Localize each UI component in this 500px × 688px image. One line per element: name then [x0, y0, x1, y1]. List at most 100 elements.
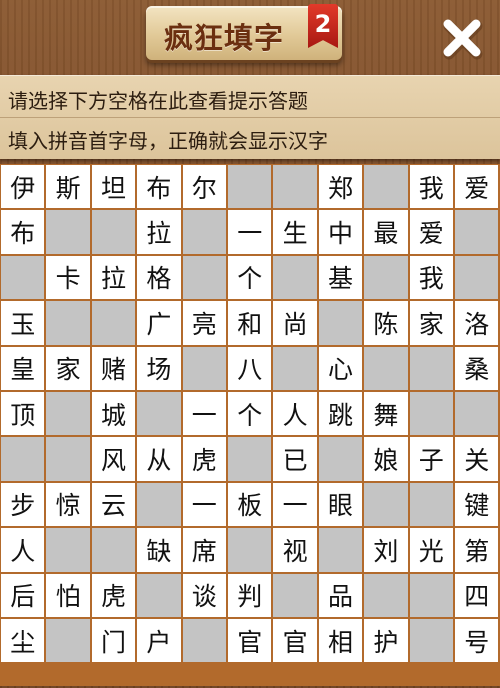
- grid-cell-letter[interactable]: 卡: [46, 255, 90, 300]
- grid-cell-letter[interactable]: 八: [228, 346, 272, 390]
- grid-cell-letter[interactable]: 心: [318, 346, 363, 390]
- grid-cell-letter[interactable]: 风: [91, 437, 136, 481]
- grid-cell-letter[interactable]: 我: [409, 255, 453, 300]
- grid-cell-empty[interactable]: [455, 255, 499, 300]
- grid-cell-letter[interactable]: 关: [455, 437, 499, 481]
- grid-cell-empty[interactable]: [91, 210, 136, 254]
- grid-cell-letter[interactable]: 娘: [364, 437, 408, 481]
- grid-cell-empty[interactable]: [1, 255, 45, 300]
- grid-cell-letter[interactable]: 号: [455, 619, 499, 663]
- grid-cell-letter[interactable]: 后: [1, 573, 45, 617]
- grid-cell-letter[interactable]: 一: [228, 210, 272, 254]
- grid-cell-empty[interactable]: [318, 301, 363, 345]
- grid-cell-letter[interactable]: 席: [182, 528, 226, 572]
- grid-cell-letter[interactable]: 广: [137, 301, 181, 345]
- grid-cell-letter[interactable]: 相: [318, 619, 363, 663]
- grid-cell-letter[interactable]: 人: [1, 528, 45, 572]
- grid-cell-letter[interactable]: 坦: [91, 165, 136, 209]
- grid-cell-letter[interactable]: 桑: [455, 346, 499, 390]
- grid-cell-letter[interactable]: 陈: [364, 301, 408, 345]
- grid-cell-letter[interactable]: 尔: [182, 165, 226, 209]
- grid-cell-letter[interactable]: 品: [318, 573, 363, 617]
- grid-cell-empty[interactable]: [318, 528, 363, 572]
- grid-cell-letter[interactable]: 刘: [364, 528, 408, 572]
- grid-cell-letter[interactable]: 从: [137, 437, 181, 481]
- grid-cell-letter[interactable]: 光: [409, 528, 453, 572]
- grid-cell-empty[interactable]: [182, 346, 226, 390]
- grid-cell-letter[interactable]: 郑: [318, 165, 363, 209]
- grid-cell-empty[interactable]: [91, 528, 136, 572]
- grid-cell-letter[interactable]: 门: [91, 619, 136, 663]
- grid-cell-letter[interactable]: 中: [318, 210, 363, 254]
- grid-cell-letter[interactable]: 爱: [409, 210, 453, 254]
- grid-cell-empty[interactable]: [46, 437, 90, 481]
- grid-cell-letter[interactable]: 护: [364, 619, 408, 663]
- grid-cell-letter[interactable]: 云: [91, 482, 136, 527]
- grid-cell-letter[interactable]: 缺: [137, 528, 181, 572]
- grid-cell-empty[interactable]: [273, 573, 317, 617]
- grid-cell-letter[interactable]: 格: [137, 255, 181, 300]
- grid-cell-empty[interactable]: [137, 392, 181, 436]
- grid-cell-letter[interactable]: 赌: [91, 346, 136, 390]
- grid-cell-letter[interactable]: 惊: [46, 482, 90, 527]
- grid-cell-letter[interactable]: 皇: [1, 346, 45, 390]
- grid-cell-letter[interactable]: 子: [409, 437, 453, 481]
- grid-cell-empty[interactable]: [455, 392, 499, 436]
- grid-cell-empty[interactable]: [409, 619, 453, 663]
- grid-cell-letter[interactable]: 谈: [182, 573, 226, 617]
- grid-cell-empty[interactable]: [46, 210, 90, 254]
- grid-cell-empty[interactable]: [273, 165, 317, 209]
- grid-cell-empty[interactable]: [409, 482, 453, 527]
- grid-cell-empty[interactable]: [182, 619, 226, 663]
- grid-cell-letter[interactable]: 判: [228, 573, 272, 617]
- grid-cell-letter[interactable]: 拉: [91, 255, 136, 300]
- grid-cell-letter[interactable]: 视: [273, 528, 317, 572]
- grid-cell-empty[interactable]: [409, 573, 453, 617]
- grid-cell-letter[interactable]: 尚: [273, 301, 317, 345]
- grid-cell-empty[interactable]: [228, 437, 272, 481]
- grid-cell-letter[interactable]: 已: [273, 437, 317, 481]
- grid-cell-empty[interactable]: [46, 301, 90, 345]
- grid-cell-letter[interactable]: 顶: [1, 392, 45, 436]
- grid-cell-letter[interactable]: 虎: [182, 437, 226, 481]
- grid-cell-empty[interactable]: [364, 482, 408, 527]
- grid-cell-empty[interactable]: [137, 482, 181, 527]
- grid-cell-letter[interactable]: 人: [273, 392, 317, 436]
- grid-cell-letter[interactable]: 斯: [46, 165, 90, 209]
- grid-cell-empty[interactable]: [318, 437, 363, 481]
- grid-cell-empty[interactable]: [1, 437, 45, 481]
- grid-cell-letter[interactable]: 户: [137, 619, 181, 663]
- grid-cell-empty[interactable]: [228, 528, 272, 572]
- grid-cell-letter[interactable]: 怕: [46, 573, 90, 617]
- grid-cell-letter[interactable]: 板: [228, 482, 272, 527]
- grid-cell-empty[interactable]: [364, 346, 408, 390]
- grid-cell-letter[interactable]: 和: [228, 301, 272, 345]
- grid-cell-letter[interactable]: 键: [455, 482, 499, 527]
- grid-cell-empty[interactable]: [455, 210, 499, 254]
- grid-cell-letter[interactable]: 玉: [1, 301, 45, 345]
- grid-cell-letter[interactable]: 生: [273, 210, 317, 254]
- grid-cell-letter[interactable]: 四: [455, 573, 499, 617]
- grid-cell-empty[interactable]: [46, 392, 90, 436]
- grid-cell-letter[interactable]: 舞: [364, 392, 408, 436]
- grid-cell-empty[interactable]: [182, 255, 226, 300]
- grid-cell-letter[interactable]: 个: [228, 392, 272, 436]
- grid-cell-letter[interactable]: 布: [1, 210, 45, 254]
- grid-cell-letter[interactable]: 场: [137, 346, 181, 390]
- grid-cell-empty[interactable]: [91, 301, 136, 345]
- grid-cell-letter[interactable]: 尘: [1, 619, 45, 663]
- grid-cell-letter[interactable]: 步: [1, 482, 45, 527]
- grid-cell-empty[interactable]: [364, 255, 408, 300]
- grid-cell-letter[interactable]: 眼: [318, 482, 363, 527]
- grid-cell-letter[interactable]: 爱: [455, 165, 499, 209]
- grid-cell-empty[interactable]: [137, 573, 181, 617]
- grid-cell-letter[interactable]: 基: [318, 255, 363, 300]
- close-button[interactable]: [440, 16, 484, 60]
- grid-cell-letter[interactable]: 官: [228, 619, 272, 663]
- grid-cell-letter[interactable]: 城: [91, 392, 136, 436]
- grid-cell-letter[interactable]: 跳: [318, 392, 363, 436]
- grid-cell-empty[interactable]: [409, 392, 453, 436]
- grid-cell-letter[interactable]: 一: [273, 482, 317, 527]
- grid-cell-empty[interactable]: [273, 255, 317, 300]
- grid-cell-letter[interactable]: 洛: [455, 301, 499, 345]
